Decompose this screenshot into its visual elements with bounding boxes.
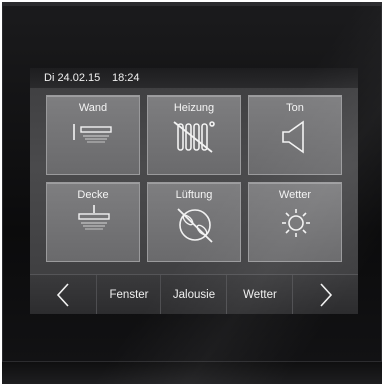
status-bar: Di 24.02.15 18:24 bbox=[30, 68, 358, 88]
tile-lueftung[interactable]: Lüftung bbox=[147, 182, 241, 262]
speaker-icon bbox=[282, 120, 304, 154]
tile-ton[interactable]: Ton bbox=[248, 95, 342, 175]
ceiling-light-icon bbox=[78, 205, 110, 230]
ventilation-off-icon bbox=[177, 208, 213, 243]
tile-label: Lüftung bbox=[175, 189, 213, 201]
nav-prev-button[interactable] bbox=[30, 275, 96, 314]
nav-next-button[interactable] bbox=[292, 275, 358, 314]
tile-label: Wand bbox=[78, 102, 108, 114]
device-frame: Di 24.02.15 18:24 Wand Heizung Ton Decke… bbox=[2, 2, 382, 384]
bottom-nav-bar: Fenster Jalousie Wetter bbox=[30, 274, 358, 314]
chevron-left-icon bbox=[56, 283, 69, 307]
frame-bottom-strip bbox=[2, 361, 382, 384]
frame-top-strip bbox=[2, 2, 382, 6]
tile-label: Wetter bbox=[278, 189, 312, 201]
sun-icon bbox=[282, 209, 310, 237]
tile-label: Decke bbox=[77, 189, 109, 201]
touch-screen: Di 24.02.15 18:24 Wand Heizung Ton Decke… bbox=[30, 68, 358, 314]
wall-light-icon bbox=[73, 124, 112, 143]
nav-item-wetter[interactable]: Wetter bbox=[226, 275, 293, 314]
status-date: Di 24.02.15 bbox=[44, 72, 101, 84]
chevron-right-icon bbox=[320, 283, 333, 307]
tile-wand[interactable]: Wand bbox=[46, 95, 140, 175]
tile-label: Ton bbox=[286, 102, 304, 114]
tile-heizung[interactable]: Heizung bbox=[147, 95, 241, 175]
tile-decke[interactable]: Decke bbox=[46, 182, 140, 262]
nav-item-fenster[interactable]: Fenster bbox=[96, 275, 161, 314]
tile-label: Heizung bbox=[173, 102, 215, 114]
tile-wetter[interactable]: Wetter bbox=[248, 182, 342, 262]
nav-item-jalousie[interactable]: Jalousie bbox=[160, 275, 227, 314]
heating-off-icon bbox=[173, 121, 215, 153]
status-time: 18:24 bbox=[112, 72, 140, 84]
